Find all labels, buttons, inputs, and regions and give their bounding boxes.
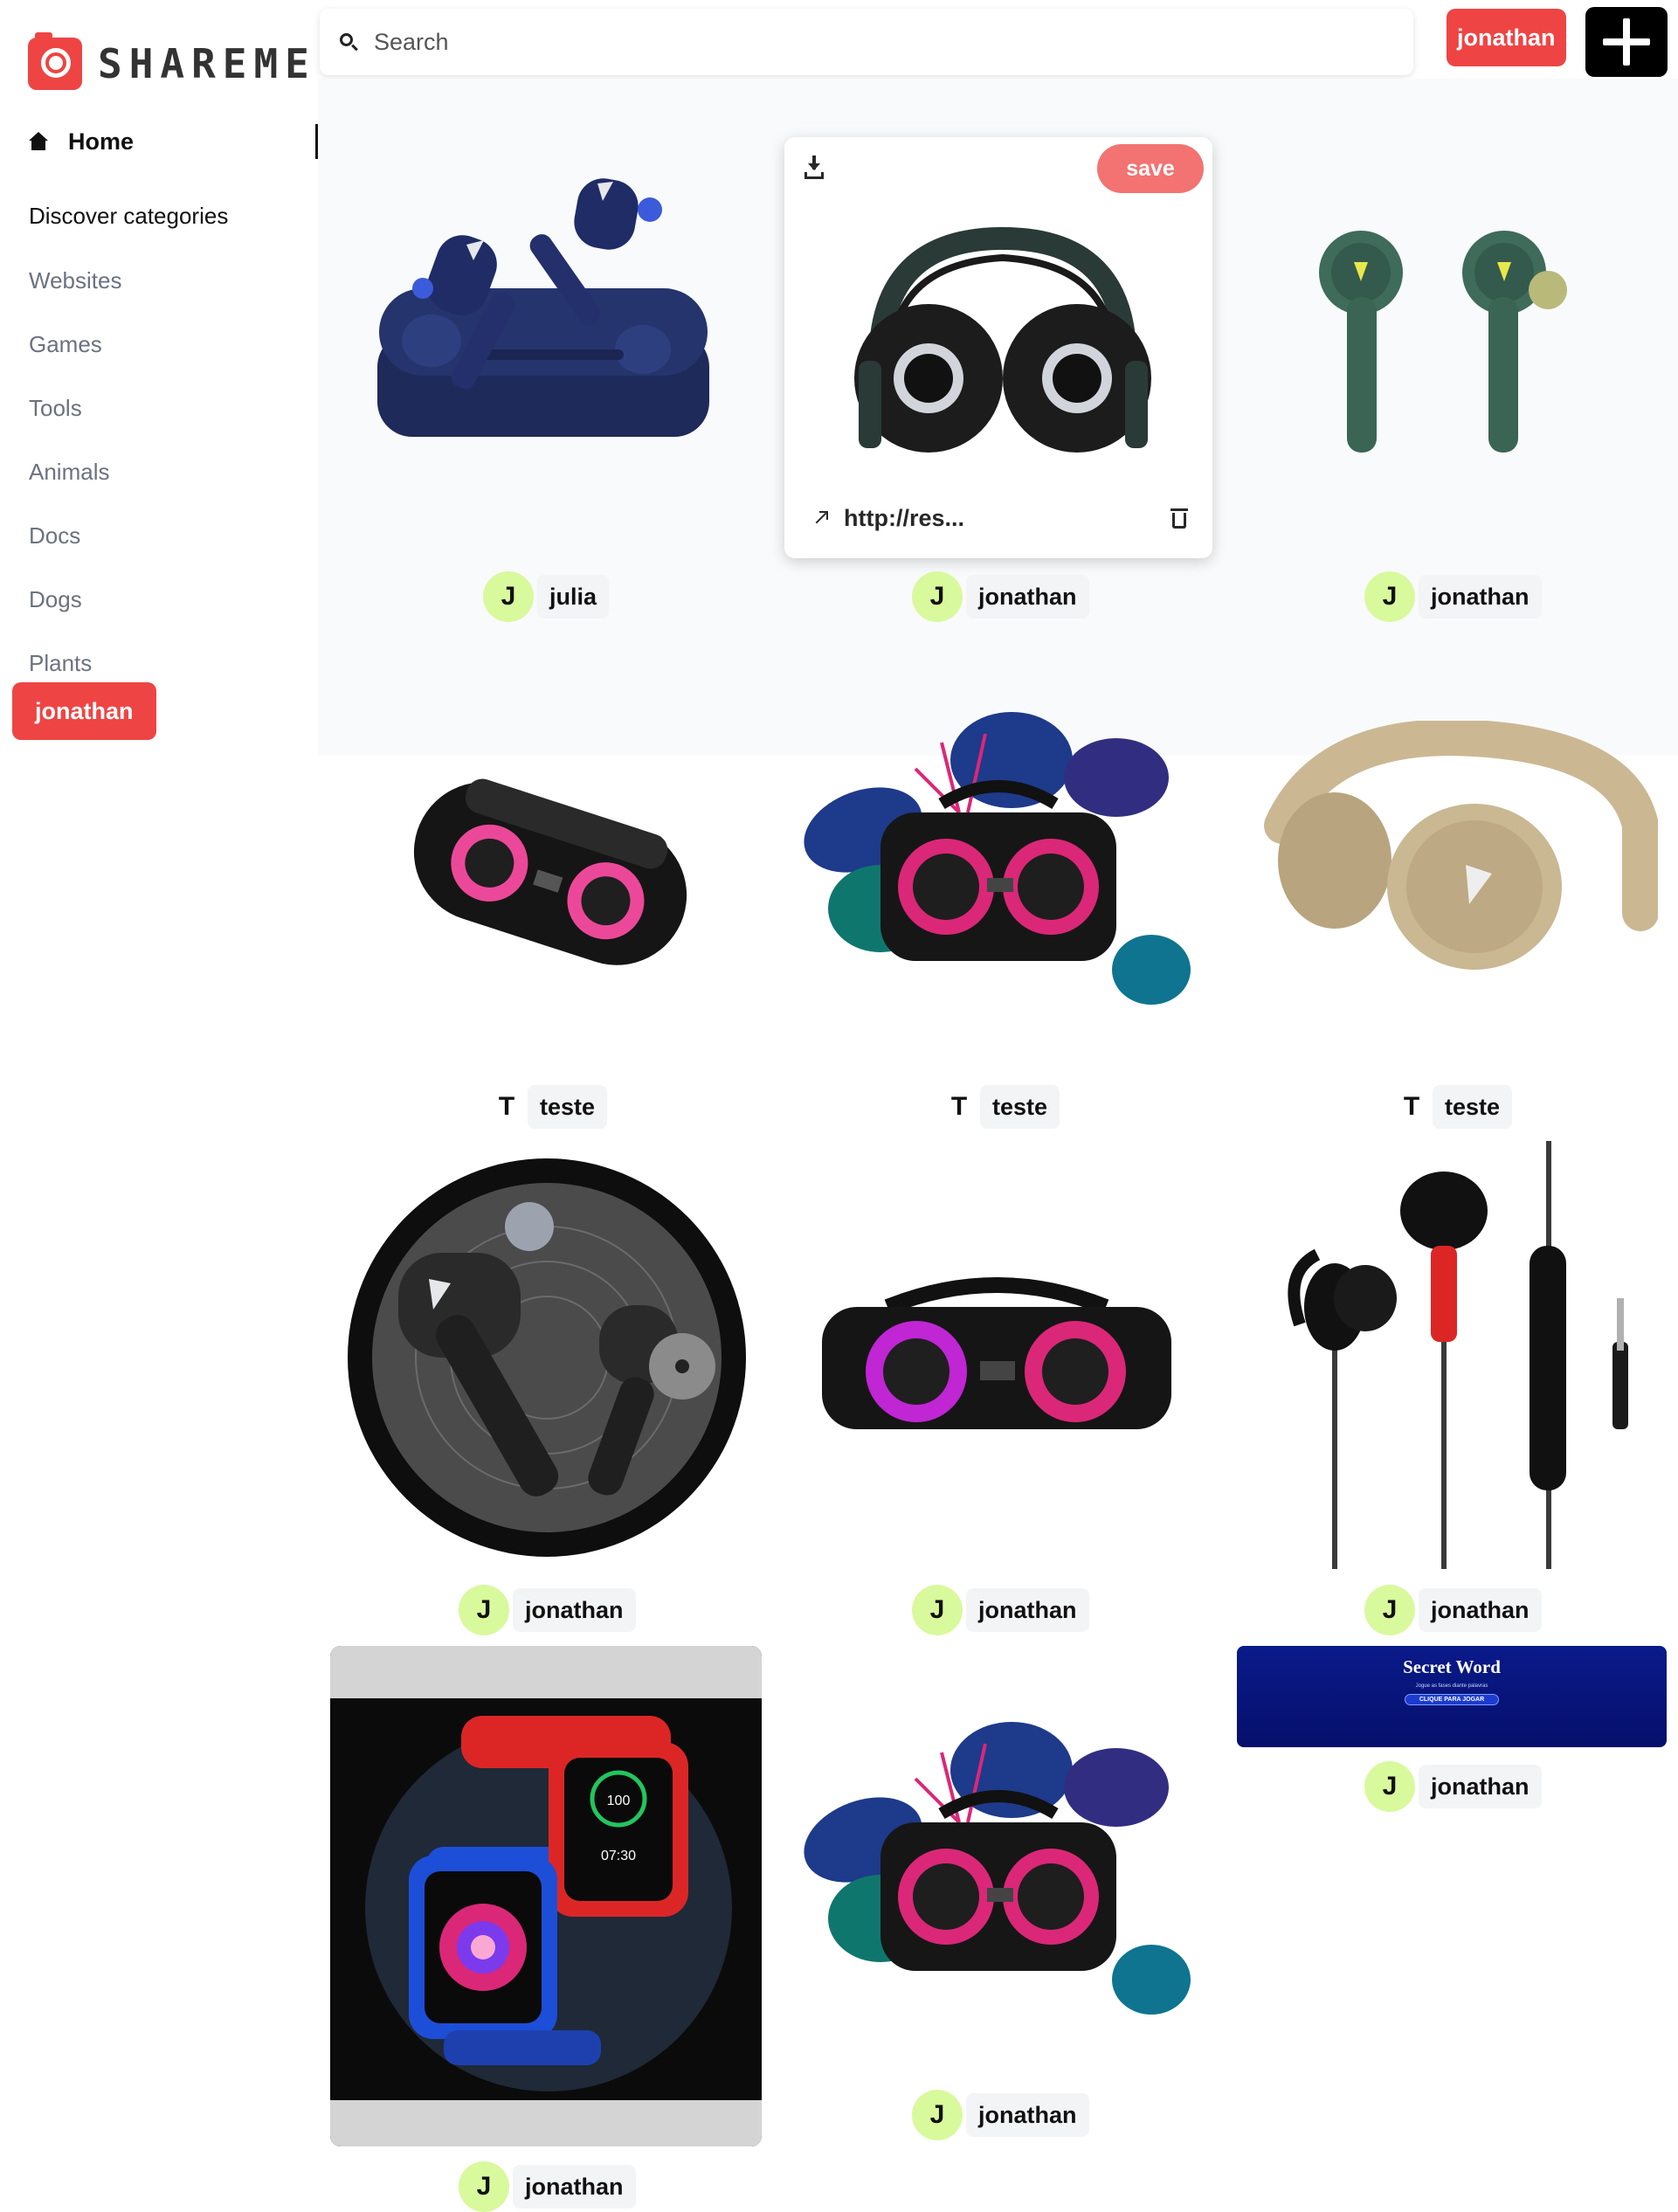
pin-user[interactable]: J jonathan <box>912 571 1089 622</box>
destination-link[interactable]: http://res... <box>791 490 988 546</box>
site-play-button: CLIQUE PARA JOGAR <box>1404 1694 1500 1705</box>
arrow-up-right-icon <box>812 510 828 526</box>
user-name: teste <box>528 1085 608 1129</box>
user-name: jonathan <box>966 575 1089 619</box>
pin-user[interactable]: T teste <box>1394 1082 1513 1132</box>
pin-image[interactable] <box>784 1718 1212 2032</box>
sidebar-item-label: Home <box>68 128 135 155</box>
avatar: J <box>912 571 963 622</box>
pin-image[interactable] <box>818 1263 1176 1438</box>
pin-card-hovered[interactable]: save http://res... <box>784 137 1212 558</box>
pin-image[interactable] <box>1256 721 1658 983</box>
pin-user[interactable]: J julia <box>483 571 610 622</box>
avatar: J <box>483 571 534 622</box>
pin-user[interactable]: T teste <box>489 1082 608 1132</box>
logo[interactable]: SHAREME <box>28 32 316 91</box>
create-pin-button[interactable] <box>1585 7 1668 77</box>
pin-image[interactable] <box>784 708 1212 1022</box>
logo-text: SHAREME <box>98 40 316 87</box>
sidebar: SHAREME Home Discover categories Website… <box>0 0 318 2212</box>
watch-time: 07:30 <box>601 1849 636 1863</box>
pin-image[interactable] <box>393 751 708 996</box>
app-root: SHAREME Home Discover categories Website… <box>0 0 1678 2212</box>
search-input[interactable] <box>374 28 1335 56</box>
avatar: T <box>498 1092 515 1121</box>
avatar: T <box>1403 1092 1420 1121</box>
pin-user[interactable]: J jonathan <box>912 1585 1089 1635</box>
pin-user[interactable]: J jonathan <box>459 2161 636 2212</box>
user-name: jonathan <box>1419 1588 1542 1632</box>
link-text: http://res... <box>844 504 965 531</box>
pin-user[interactable]: T teste <box>942 1082 1060 1132</box>
avatar: J <box>912 2090 963 2140</box>
user-name: jonathan <box>513 1588 636 1632</box>
avatar: T <box>950 1092 968 1121</box>
watch-percent: 100 <box>607 1794 631 1808</box>
search-icon <box>339 32 358 52</box>
site-subtitle: Jogue as fases diante palavras <box>1415 1683 1488 1689</box>
pin-image[interactable] <box>346 1157 748 1559</box>
delete-button[interactable] <box>1157 495 1202 541</box>
user-name: teste <box>1433 1085 1513 1129</box>
pin-user[interactable]: J jonathan <box>1364 1761 1542 1812</box>
category-list: Websites Games Tools Animals Docs Dogs P… <box>29 262 121 709</box>
sidebar-item-websites[interactable]: Websites <box>29 262 121 326</box>
avatar: J <box>459 2161 509 2212</box>
user-name: julia <box>537 575 610 619</box>
home-icon <box>28 131 49 152</box>
sidebar-item-docs[interactable]: Docs <box>29 517 121 581</box>
avatar: J <box>1364 1761 1415 1812</box>
avatar: J <box>1364 571 1415 622</box>
user-profile-button[interactable]: jonathan <box>1447 9 1566 66</box>
trash-icon <box>1170 508 1188 511</box>
pin-user[interactable]: J jonathan <box>459 1585 636 1635</box>
pin-image[interactable] <box>1265 1141 1649 1569</box>
pin-image[interactable] <box>362 157 737 507</box>
user-name: jonathan <box>1419 1765 1542 1808</box>
user-name: jonathan <box>513 2165 636 2209</box>
pin-image[interactable]: 100 07:30 <box>330 1646 762 2146</box>
download-button[interactable] <box>791 144 837 190</box>
avatar: J <box>459 1585 509 1635</box>
sidebar-item-animals[interactable]: Animals <box>29 453 121 517</box>
pin-user[interactable]: J jonathan <box>1364 1585 1542 1635</box>
site-title: Secret Word <box>1403 1656 1501 1677</box>
user-name: jonathan <box>1419 575 1542 619</box>
camera-icon <box>28 32 82 90</box>
pin-user[interactable]: J jonathan <box>1364 571 1542 622</box>
sidebar-item-tools[interactable]: Tools <box>29 390 121 453</box>
sidebar-item-home[interactable]: Home <box>28 124 134 159</box>
pin-image[interactable]: Secret Word Jogue as fases diante palavr… <box>1237 1646 1667 1747</box>
user-name: jonathan <box>966 2093 1089 2137</box>
search-bar <box>320 9 1413 75</box>
sidebar-item-games[interactable]: Games <box>29 326 121 390</box>
discover-heading: Discover categories <box>29 203 229 229</box>
save-button[interactable]: save <box>1097 144 1204 193</box>
pin-user[interactable]: J jonathan <box>912 2090 1089 2140</box>
user-name: teste <box>980 1085 1060 1129</box>
avatar: J <box>912 1585 963 1635</box>
user-name: jonathan <box>966 1588 1089 1632</box>
avatar: J <box>1364 1585 1415 1635</box>
sidebar-item-dogs[interactable]: Dogs <box>29 581 121 645</box>
pin-image[interactable] <box>1302 227 1607 463</box>
sidebar-user-button[interactable]: jonathan <box>12 682 156 740</box>
